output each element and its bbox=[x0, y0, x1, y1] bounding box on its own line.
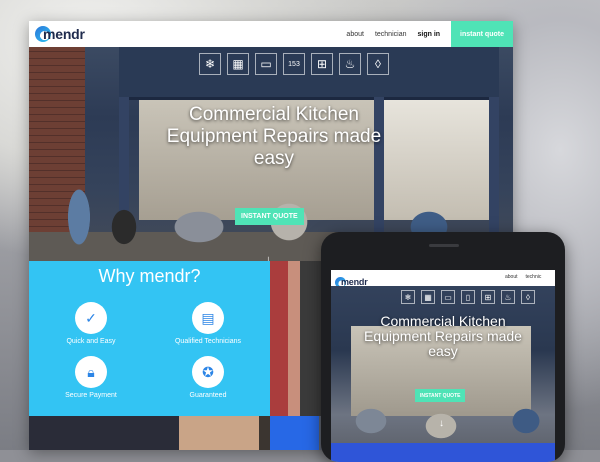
feature-label: Quick and Easy bbox=[66, 338, 116, 345]
phone-mockup: mendr about technic ❄ ▦ ▭ ▯ ⊞ ♨ ◊ Commerc… bbox=[321, 232, 565, 462]
oven-icon: ▭ bbox=[441, 290, 455, 304]
grill-icon: ▦ bbox=[227, 53, 249, 75]
phone-instant-quote-button[interactable]: INSTANT QUOTE bbox=[415, 389, 466, 402]
instant-quote-nav-button[interactable]: instant quote bbox=[451, 21, 513, 47]
logo[interactable]: mendr bbox=[35, 24, 85, 44]
phone-speaker bbox=[429, 244, 459, 247]
phone-nav-link-about[interactable]: about bbox=[505, 274, 518, 280]
drop-icon: ◊ bbox=[367, 53, 389, 75]
phone-nav-link-technician[interactable]: technic bbox=[526, 274, 542, 280]
display-tile-icon: ▯ bbox=[461, 290, 475, 304]
nav-link-technician[interactable]: technician bbox=[375, 31, 407, 38]
stove-icon: ⊞ bbox=[481, 290, 495, 304]
phone-hero-title: Commercial Kitchen Equipment Repairs mad… bbox=[364, 313, 522, 359]
phone-navigation: mendr about technic bbox=[331, 270, 555, 288]
stove-icon: ⊞ bbox=[311, 53, 333, 75]
feature-qualified-technicians: ▤ Qualified Technicians bbox=[163, 302, 253, 345]
phone-hero-section: ❄ ▦ ▭ ▯ ⊞ ♨ ◊ Commercial Kitchen Equipme… bbox=[331, 286, 555, 462]
feature-secure-payment: 🔒︎ Secure Payment bbox=[46, 356, 136, 399]
feature-label: Secure Payment bbox=[65, 392, 117, 399]
why-title: Why mendr? bbox=[98, 266, 201, 286]
instant-quote-button[interactable]: INSTANT QUOTE bbox=[235, 208, 304, 225]
checkmark-icon: ✓ bbox=[75, 302, 107, 334]
flame-icon: ♨ bbox=[339, 53, 361, 75]
why-mendr-section: Why mendr? ✓ Quick and Easy ▤ Qualified … bbox=[29, 261, 270, 416]
phone-nav-links: about technic bbox=[505, 274, 549, 280]
lock-icon: 🔒︎ bbox=[75, 356, 107, 388]
grill-icon: ▦ bbox=[421, 290, 435, 304]
nav-links: about technician sign in instant quote bbox=[346, 21, 513, 47]
arrow-down-icon[interactable]: ↓ bbox=[439, 418, 444, 429]
award-ribbon-icon: ✪ bbox=[192, 356, 224, 388]
id-card-icon: ▤ bbox=[192, 302, 224, 334]
feature-label: Guaranteed bbox=[189, 392, 227, 399]
top-navigation: mendr about technician sign in instant q… bbox=[29, 21, 513, 47]
snowflake-icon: ❄ bbox=[199, 53, 221, 75]
oven-icon: ▭ bbox=[255, 53, 277, 75]
drop-icon: ◊ bbox=[521, 290, 535, 304]
feature-guaranteed: ✪ Guaranteed bbox=[163, 356, 253, 399]
hero-photo-awning bbox=[119, 47, 499, 100]
logo-text: mendr bbox=[43, 26, 85, 42]
phone-hero-bottom-stripe bbox=[331, 443, 555, 462]
feature-label: Qualified Technicians bbox=[174, 338, 242, 345]
nav-link-about[interactable]: about bbox=[346, 31, 364, 38]
display-tile: 153 bbox=[283, 53, 305, 75]
phone-screen: mendr about technic ❄ ▦ ▭ ▯ ⊞ ♨ ◊ Commerc… bbox=[331, 270, 555, 462]
snowflake-icon: ❄ bbox=[401, 290, 415, 304]
feature-quick-and-easy: ✓ Quick and Easy bbox=[46, 302, 136, 345]
flame-icon: ♨ bbox=[501, 290, 515, 304]
sign-in-link[interactable]: sign in bbox=[417, 31, 440, 38]
hero-title: Commercial Kitchen Equipment Repairs mad… bbox=[166, 104, 382, 169]
